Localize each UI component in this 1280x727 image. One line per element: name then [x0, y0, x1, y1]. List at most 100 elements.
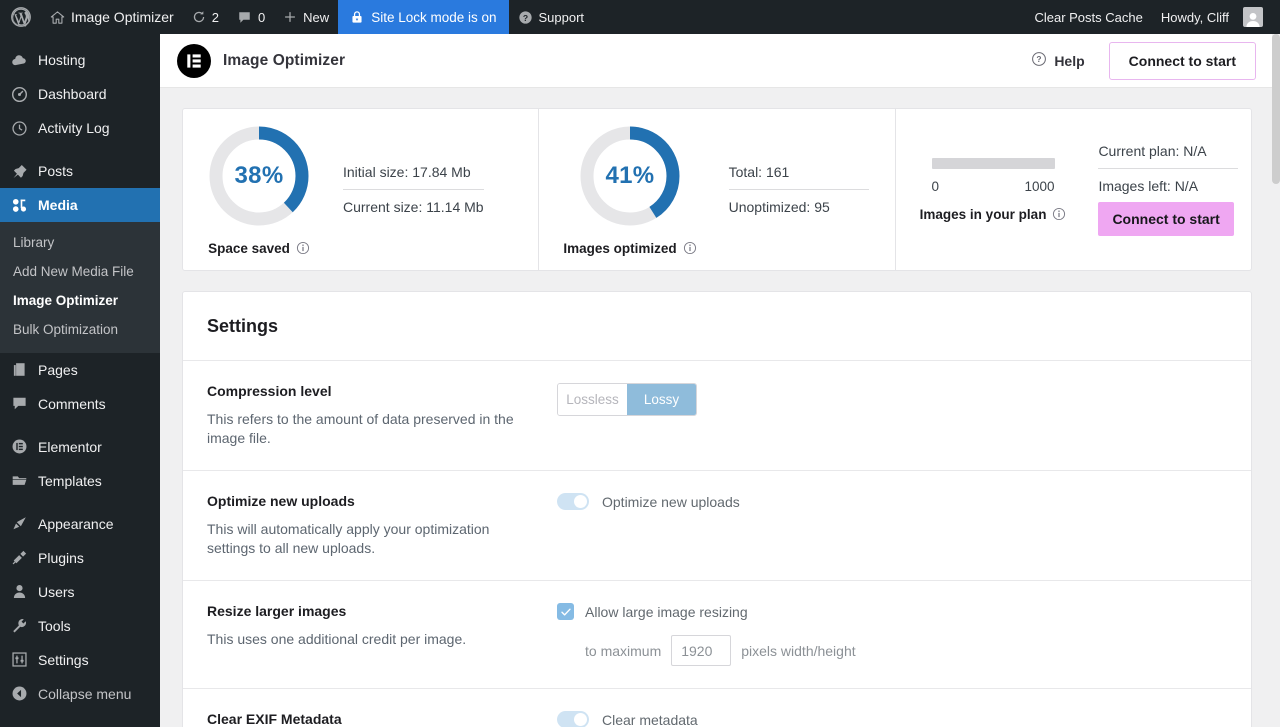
info-icon[interactable]	[296, 241, 310, 255]
sidebar-item-comments[interactable]: Comments	[0, 387, 160, 421]
new-label: New	[303, 9, 330, 25]
sidebar-item-appearance[interactable]: Appearance	[0, 507, 160, 541]
page-scrollbar[interactable]	[1272, 34, 1280, 727]
sidebar-item-hosting[interactable]: Hosting	[0, 43, 160, 77]
site-lock-badge[interactable]: Site Lock mode is on	[338, 0, 509, 34]
compression-option-lossy[interactable]: Lossy	[627, 384, 696, 415]
stat-card-images-optimized: 41% Images optimized Total: 161 Unoptimi…	[538, 109, 894, 270]
updates-icon	[192, 10, 206, 24]
space-saved-line-current: Current size: 11.14 Mb	[343, 189, 484, 215]
compression-level-segmented-control[interactable]: Lossless Lossy	[557, 383, 697, 416]
sidebar-item-dashboard[interactable]: Dashboard	[0, 77, 160, 111]
sidebar-item-library[interactable]: Library	[0, 229, 160, 258]
updates-count: 2	[211, 9, 219, 25]
admin-bar: Image Optimizer 2 0 New Site Lock mode i…	[0, 0, 1280, 34]
sidebar-item-add-new-media-file[interactable]: Add New Media File	[0, 258, 160, 287]
setting-title: Compression level	[207, 383, 332, 399]
max-dimension-input[interactable]	[671, 635, 732, 667]
space-saved-line-initial: Initial size: 17.84 Mb	[343, 164, 471, 180]
sidebar-label: Posts	[38, 163, 74, 179]
sidebar-item-activity-log[interactable]: Activity Log	[0, 111, 160, 145]
clear-posts-cache-button[interactable]: Clear Posts Cache	[1025, 0, 1151, 34]
optimize-new-uploads-toggle[interactable]	[557, 493, 589, 511]
checkmark-icon	[560, 608, 571, 616]
info-icon[interactable]	[683, 241, 697, 255]
new-content-button[interactable]: New	[274, 0, 338, 34]
plan-connect-to-start-button[interactable]: Connect to start	[1098, 202, 1234, 236]
optimize-new-uploads-toggle-group: Optimize new uploads	[557, 493, 1227, 511]
setting-control-group: Clear metadata	[557, 711, 1227, 727]
admin-bar-spacer	[593, 0, 1025, 34]
sidebar-item-elementor[interactable]: Elementor	[0, 430, 160, 464]
comments-count: 0	[257, 9, 266, 25]
setting-row-clear-exif-metadata: Clear EXIF Metadata This refers to date,…	[183, 689, 1251, 727]
allow-large-image-resizing-group: Allow large image resizing	[557, 603, 1227, 621]
sidebar-item-templates[interactable]: Templates	[0, 464, 160, 498]
sidebar-label: Elementor	[38, 438, 102, 455]
header-connect-to-start-button[interactable]: Connect to start	[1108, 41, 1256, 80]
setting-description: This uses one additional credit per imag…	[207, 631, 467, 648]
support-button[interactable]: ? Support	[509, 0, 594, 34]
settings-header: Settings	[183, 292, 1251, 361]
collapse-menu-label: Collapse menu	[38, 685, 132, 702]
sidebar-item-plugins[interactable]: Plugins	[0, 541, 160, 575]
sidebar-item-bulk-optimization[interactable]: Bulk Optimization	[0, 316, 160, 345]
menu-spacer	[0, 145, 160, 154]
clear-metadata-toggle[interactable]	[557, 711, 589, 727]
page-scrollbar-thumb[interactable]	[1272, 34, 1280, 184]
sidebar-item-pages[interactable]: Pages	[0, 353, 160, 387]
images-optimized-caption: Images optimized	[563, 241, 696, 256]
admin-sidebar: Hosting Dashboard Activity Log Posts Med…	[0, 34, 160, 727]
sidebar-item-users[interactable]: Users	[0, 575, 160, 609]
svg-text:?: ?	[1037, 54, 1042, 64]
media-submenu: Library Add New Media File Image Optimiz…	[0, 222, 160, 353]
info-icon[interactable]	[1052, 207, 1066, 221]
allow-large-image-resizing-checkbox[interactable]	[557, 603, 574, 621]
page-title: Image Optimizer	[223, 51, 346, 69]
clock-icon	[9, 118, 29, 138]
sidebar-item-image-optimizer[interactable]: Image Optimizer	[0, 287, 160, 316]
wordpress-logo-icon	[11, 7, 31, 27]
account-menu[interactable]: Howdy, Cliff	[1152, 0, 1272, 34]
site-name-menu[interactable]: Image Optimizer	[41, 0, 183, 34]
elementor-icon	[9, 437, 29, 457]
toggle-knob	[574, 713, 587, 727]
sidebar-item-settings[interactable]: Settings	[0, 643, 160, 677]
sidebar-item-posts[interactable]: Posts	[0, 154, 160, 188]
plan-caption-label: Images in your plan	[919, 206, 1047, 222]
wordpress-logo-button[interactable]	[0, 0, 41, 34]
collapse-arrow-icon	[9, 684, 29, 704]
howdy-label: Howdy, Cliff	[1160, 9, 1229, 25]
setting-row-compression-level: Compression level This refers to the amo…	[183, 361, 1251, 472]
clear-metadata-toggle-label: Clear metadata	[602, 711, 698, 727]
plan-line-current-plan: Current plan: N/A	[1098, 143, 1207, 159]
images-optimized-details: Total: 161 Unoptimized: 95	[728, 164, 869, 215]
sidebar-label: Media	[38, 197, 78, 213]
site-lock-label: Site Lock mode is on	[371, 9, 497, 25]
site-name-label: Image Optimizer	[71, 9, 174, 25]
pages-icon	[9, 360, 29, 380]
setting-description: This will automatically apply your optim…	[207, 521, 490, 557]
user-icon	[9, 582, 29, 602]
images-optimized-chart-group: 41% Images optimized	[563, 124, 696, 256]
setting-row-optimize-new-uploads: Optimize new uploads This will automatic…	[183, 471, 1251, 582]
plan-scale-min: 0	[931, 178, 940, 194]
menu-spacer	[0, 498, 160, 507]
clear-posts-cache-label: Clear Posts Cache	[1034, 9, 1143, 25]
collapse-menu-button[interactable]: Collapse menu	[0, 677, 160, 711]
space-saved-caption-label: Space saved	[208, 240, 290, 256]
sidebar-item-media[interactable]: Media	[0, 188, 160, 222]
setting-title: Clear EXIF Metadata	[207, 711, 342, 727]
sidebar-label: Appearance	[38, 515, 114, 532]
menu-spacer	[0, 34, 160, 43]
updates-button[interactable]: 2	[183, 0, 228, 34]
images-optimized-line-total: Total: 161	[728, 164, 790, 180]
pin-icon	[9, 161, 29, 181]
plan-chart-group: 0 1000 Images in your plan	[919, 157, 1067, 222]
comments-button[interactable]: 0	[228, 0, 274, 34]
help-button[interactable]: ? Help	[1031, 51, 1085, 70]
compression-option-lossless[interactable]: Lossless	[558, 384, 627, 415]
support-label: Support	[538, 9, 585, 25]
wrench-icon	[9, 616, 29, 636]
sidebar-item-tools[interactable]: Tools	[0, 609, 160, 643]
